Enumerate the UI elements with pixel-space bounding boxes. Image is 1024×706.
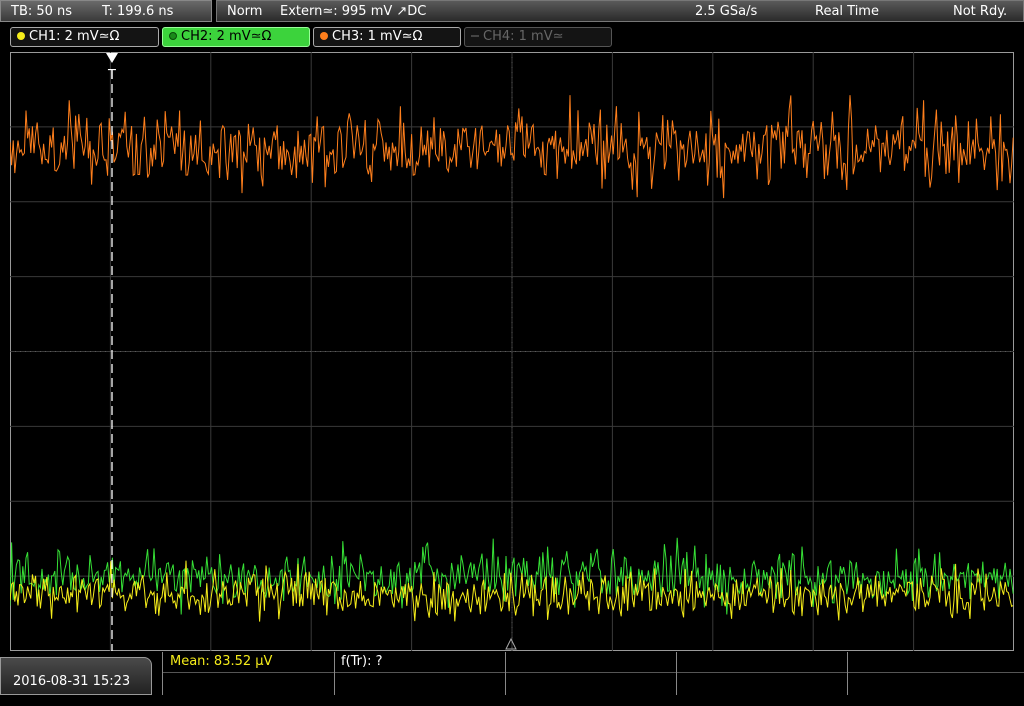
measurement-cell-freq[interactable]: f(Tr): ? (334, 652, 505, 695)
measurement-cell-4[interactable] (676, 652, 847, 695)
channel-4-button[interactable]: CH4: 1 mV≃ (464, 27, 612, 47)
trigger-source: Extern≃: 995 mV ↗DC (280, 4, 427, 19)
sample-rate: 2.5 GSa/s (695, 4, 758, 19)
channel-2-label: CH2: 2 mV≃Ω (181, 29, 272, 44)
top-status-bar: TB: 50 ns T: 199.6 ns Norm Extern≃: 995 … (0, 0, 1024, 24)
timebase-box[interactable]: TB: 50 ns T: 199.6 ns (0, 0, 212, 22)
datetime-value: 2016-08-31 15:23 (13, 674, 131, 689)
channel-2-dot-icon (169, 32, 177, 40)
channel-4-dash-icon (471, 35, 479, 37)
trigger-arrow-icon (106, 53, 118, 63)
timebase-value: TB: 50 ns (11, 4, 73, 19)
run-state: Not Rdy. (953, 4, 1008, 19)
channel-3-dot-icon (320, 32, 328, 40)
trigger-mode: Norm (227, 4, 263, 19)
channel-3-button[interactable]: CH3: 1 mV≃Ω (313, 27, 461, 47)
mean-measurement: Mean: 83.52 µV (170, 654, 273, 669)
channel-1-dot-icon (17, 32, 25, 40)
acquisition-status-strip[interactable]: Norm Extern≃: 995 mV ↗DC 2.5 GSa/s Real … (216, 0, 1024, 22)
channel-2-button[interactable]: CH2: 2 mV≃Ω (162, 27, 310, 47)
channel-3-label: CH3: 1 mV≃Ω (332, 29, 423, 44)
trigger-position-marker-icon (505, 637, 517, 650)
measurement-cell-3[interactable] (505, 652, 676, 695)
trigger-label: T (107, 68, 116, 83)
channel-1-button[interactable]: CH1: 2 mV≃Ω (10, 27, 159, 47)
channel-1-label: CH1: 2 mV≃Ω (29, 29, 120, 44)
measurement-cell-mean[interactable]: Mean: 83.52 µV (162, 652, 334, 695)
channel-4-label: CH4: 1 mV≃ (483, 29, 564, 44)
frequency-measurement: f(Tr): ? (341, 654, 383, 669)
measurement-cell-5[interactable] (847, 652, 1024, 695)
measurement-panel[interactable]: Mean: 83.52 µV f(Tr): ? (162, 652, 1024, 695)
waveform-canvas: T (10, 52, 1014, 651)
trigger-time-value: T: 199.6 ns (102, 4, 174, 19)
acquisition-mode: Real Time (815, 4, 879, 19)
datetime-box: 2016-08-31 15:23 (0, 657, 152, 695)
